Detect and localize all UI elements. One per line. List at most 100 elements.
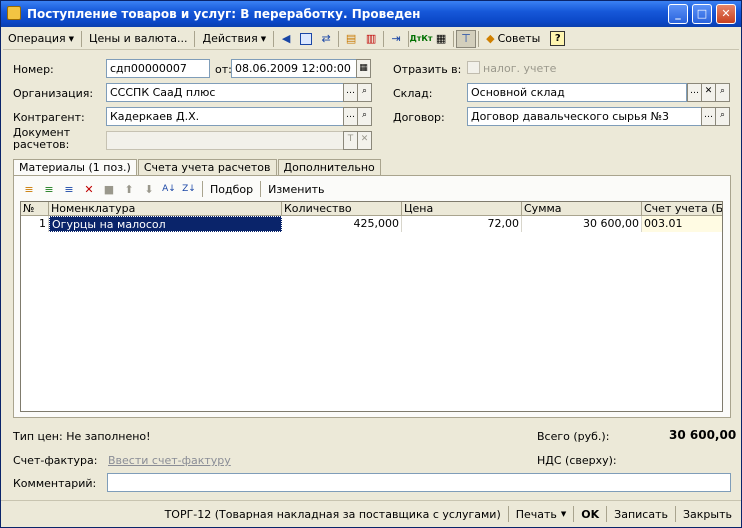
ok-button[interactable]: OK	[576, 504, 604, 524]
save-button[interactable]: Записать	[609, 504, 673, 524]
move-down-icon[interactable]: ⬇	[140, 180, 158, 198]
row-quantity[interactable]: 425,000	[282, 216, 402, 232]
go-back-icon[interactable]: ◀	[276, 30, 296, 48]
prices-button[interactable]: Цены и валюта...	[84, 29, 192, 49]
counterparty-field[interactable]: Кадеркаев Д.Х.	[106, 107, 344, 126]
dtkt-icon[interactable]: ДтКт	[410, 30, 433, 48]
copy-row-icon[interactable]: ≡	[40, 180, 58, 198]
warehouse-field[interactable]: Основной склад	[467, 83, 687, 102]
move-up-icon[interactable]: ⬆	[120, 180, 138, 198]
unpost-document-icon[interactable]: ▥	[361, 30, 381, 48]
structure-icon[interactable]: ⊤	[456, 29, 477, 48]
footer-bar: ТОРГ-12 (Товарная накладная за поставщик…	[1, 500, 741, 527]
toolbar-separator	[383, 30, 385, 47]
refresh-icon[interactable]: ⇄	[316, 30, 336, 48]
footer-separator	[507, 506, 509, 522]
counterparty-label: Контрагент:	[13, 111, 85, 124]
number-field[interactable]: сдп00000007	[106, 59, 210, 78]
toolbar-separator	[338, 30, 340, 47]
tab-settlement-accounts[interactable]: Счета учета расчетов	[137, 159, 277, 176]
invoice-label: Счет-фактура:	[13, 454, 98, 467]
price-type-label: Тип цен: Не заполнено!	[13, 430, 151, 443]
comment-label: Комментарий:	[13, 477, 97, 490]
total-label: Всего (руб.):	[537, 430, 610, 443]
delete-row-icon[interactable]: ✕	[80, 180, 98, 198]
contract-field[interactable]: Договор давальческого сырья №3	[467, 107, 715, 126]
settlement-doc-clear-icon[interactable]: ✕	[357, 131, 372, 150]
torg12-print-button[interactable]: ТОРГ-12 (Товарная накладная за поставщик…	[160, 504, 506, 524]
col-header-number[interactable]: №	[21, 202, 49, 216]
toolbar-separator	[453, 30, 455, 47]
materials-table[interactable]: № Номенклатура Количество Цена Сумма Сче…	[20, 201, 723, 412]
organization-open-icon[interactable]: ⌕	[357, 83, 372, 102]
reflect-label: Отразить в:	[393, 63, 462, 76]
title-bar: Поступление товаров и услуг: В переработ…	[1, 1, 741, 27]
journal-icon[interactable]: ▦	[431, 30, 451, 48]
maximize-button[interactable]: □	[692, 4, 712, 24]
tips-button[interactable]: ◆ Советы	[481, 29, 545, 49]
end-edit-icon[interactable]: ■	[100, 180, 118, 198]
close-window-button[interactable]: ✕	[716, 4, 736, 24]
col-header-account[interactable]: Счет учета (БУ)	[642, 202, 722, 216]
row-item[interactable]: Огурцы на малосол	[49, 216, 282, 232]
table-header: № Номенклатура Количество Цена Сумма Сче…	[21, 202, 722, 216]
counterparty-select-button[interactable]: …	[343, 107, 358, 126]
col-header-sum[interactable]: Сумма	[522, 202, 642, 216]
contract-select-button[interactable]: …	[701, 107, 716, 126]
enter-invoice-link[interactable]: Ввести счет-фактуру	[108, 454, 231, 467]
sort-asc-icon[interactable]: A↓	[160, 180, 178, 198]
col-header-item[interactable]: Номенклатура	[49, 202, 282, 216]
date-label: от:	[215, 63, 232, 76]
operation-menu[interactable]: Операция ▼	[3, 29, 79, 49]
tax-accounting-label: налог. учете	[483, 62, 557, 75]
organization-select-button[interactable]: …	[343, 83, 358, 102]
row-sum[interactable]: 30 600,00	[522, 216, 642, 232]
document-icon	[7, 6, 21, 20]
main-toolbar: Операция ▼ Цены и валюта... Действия ▼ ◀ ⇄…	[3, 28, 739, 50]
print-label: Печать	[515, 507, 557, 521]
footer-separator	[606, 506, 608, 522]
add-row-icon[interactable]: ≡	[20, 180, 38, 198]
total-value: 30 600,00	[669, 428, 737, 442]
col-header-price[interactable]: Цена	[402, 202, 522, 216]
counterparty-open-icon[interactable]: ⌕	[357, 107, 372, 126]
materials-panel: ≡ ≡ ≡ ✕ ■ ⬆ ⬇ A↓ Z↓ Подбор Изменить № Но…	[13, 175, 731, 418]
contract-open-icon[interactable]: ⌕	[715, 107, 730, 126]
footer-separator	[573, 506, 575, 522]
post-document-icon[interactable]: ▤	[341, 30, 361, 48]
tips-label: Советы	[497, 32, 541, 45]
tax-accounting-checkbox[interactable]	[467, 61, 480, 74]
footer-separator	[675, 506, 676, 522]
organization-field[interactable]: СССПК СааД плюс	[106, 83, 344, 102]
warehouse-select-button[interactable]: …	[687, 83, 702, 102]
print-menu[interactable]: Печать ▼	[511, 504, 572, 524]
date-field[interactable]: 08.06.2009 12:00:00	[231, 59, 357, 78]
dropdown-arrow-icon: ▼	[68, 34, 74, 43]
select-items-button[interactable]: Подбор	[205, 183, 258, 196]
edit-items-button[interactable]: Изменить	[263, 183, 329, 196]
settlement-doc-field[interactable]	[106, 131, 344, 150]
sort-desc-icon[interactable]: Z↓	[180, 180, 198, 198]
actions-menu[interactable]: Действия ▼	[197, 29, 271, 49]
table-row[interactable]: 1 Огурцы на малосол 425,000 72,00 30 600…	[21, 216, 722, 232]
type-select-icon[interactable]: T	[343, 131, 358, 150]
dropdown-arrow-icon: ▼	[560, 510, 567, 518]
edit-row-icon[interactable]: ≡	[60, 180, 78, 198]
toolbar-separator	[273, 30, 275, 47]
toolbar-separator	[202, 181, 203, 197]
col-header-quantity[interactable]: Количество	[282, 202, 402, 216]
create-based-on-icon[interactable]: ⇥	[386, 30, 406, 48]
document-move-icon[interactable]	[296, 30, 316, 48]
minimize-button[interactable]: _	[668, 4, 688, 24]
row-account[interactable]: 003.01	[642, 216, 722, 232]
calendar-icon[interactable]: ▦	[356, 59, 371, 78]
tips-icon: ◆	[486, 32, 495, 45]
warehouse-clear-icon[interactable]: ✕	[701, 83, 716, 102]
close-button[interactable]: Закрыть	[678, 504, 737, 524]
help-button[interactable]: ?	[545, 29, 570, 49]
comment-field[interactable]	[107, 473, 731, 492]
materials-toolbar: ≡ ≡ ≡ ✕ ■ ⬆ ⬇ A↓ Z↓ Подбор Изменить	[20, 179, 329, 199]
warehouse-open-icon[interactable]: ⌕	[715, 83, 730, 102]
tab-additional[interactable]: Дополнительно	[277, 159, 381, 176]
row-price[interactable]: 72,00	[402, 216, 522, 232]
